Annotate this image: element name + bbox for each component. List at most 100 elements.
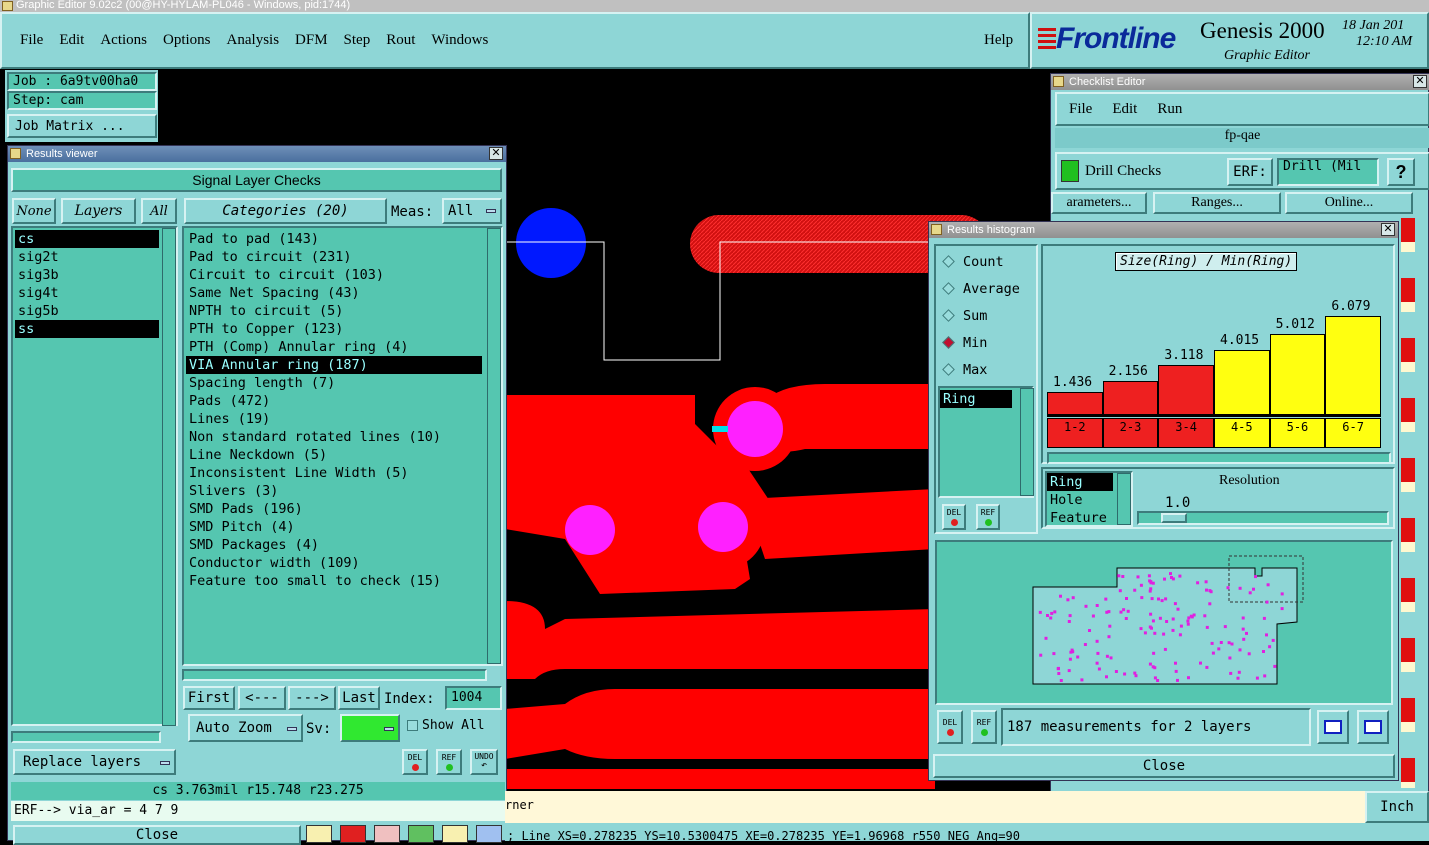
layers-button[interactable]: Layers: [61, 198, 136, 224]
via-pad-3[interactable]: [565, 505, 615, 555]
layer-list-item[interactable]: sig5b: [15, 302, 159, 320]
checklist-menu-run[interactable]: Run: [1157, 101, 1182, 118]
layer-hscroll[interactable]: [11, 731, 161, 743]
category-list-item[interactable]: Conductor width (109): [186, 554, 482, 572]
histogram-hscroll[interactable]: [1047, 452, 1391, 464]
stat-option-average[interactable]: Average: [938, 275, 1034, 302]
copper-trace-2[interactable]: [745, 489, 935, 559]
undo-button[interactable]: UNDO ↶: [470, 749, 498, 775]
replace-layers-dropdown[interactable]: Replace layers: [13, 749, 176, 775]
sv-color-dropdown[interactable]: [340, 714, 400, 742]
category-list-item[interactable]: SMD Pitch (4): [186, 518, 482, 536]
none-button[interactable]: None: [12, 198, 56, 224]
ranges-button[interactable]: Ranges...: [1153, 192, 1281, 214]
category-list-item[interactable]: SMD Packages (4): [186, 536, 482, 554]
layer-list-item[interactable]: sig2t: [15, 248, 159, 266]
category-list-item[interactable]: Feature too small to check (15): [186, 572, 482, 590]
prev-button[interactable]: <---: [238, 686, 286, 710]
category-list-item[interactable]: Slivers (3): [186, 482, 482, 500]
menu-dfm[interactable]: DFM: [295, 32, 328, 49]
erf-input[interactable]: Drill (Mil: [1277, 158, 1379, 186]
drill-check-icon[interactable]: [1061, 160, 1079, 182]
hist-ref-button[interactable]: REF: [976, 504, 1000, 530]
board-overview[interactable]: [935, 540, 1393, 705]
via-pad-2[interactable]: [698, 502, 748, 552]
hist-del-button[interactable]: DEL: [942, 504, 966, 530]
categories-button[interactable]: Categories (20): [184, 198, 387, 224]
close-icon[interactable]: ✕: [489, 147, 503, 160]
index-input[interactable]: 1004: [445, 686, 502, 710]
category-list-item[interactable]: PTH (Comp) Annular ring (4): [186, 338, 482, 356]
auto-zoom-dropdown[interactable]: Auto Zoom: [188, 714, 303, 742]
category-list-item[interactable]: SMD Pads (196): [186, 500, 482, 518]
menu-rout[interactable]: Rout: [386, 32, 415, 49]
stat-option-min[interactable]: Min: [938, 329, 1034, 356]
histogram-bar[interactable]: [1214, 350, 1270, 416]
first-button[interactable]: First: [183, 686, 235, 710]
online-button[interactable]: Online...: [1285, 192, 1413, 214]
histogram-close-button[interactable]: Close: [933, 754, 1395, 778]
histogram-bar[interactable]: [1325, 316, 1381, 416]
category-list-item[interactable]: VIA Annular ring (187): [186, 356, 482, 374]
help-button[interactable]: ?: [1387, 158, 1415, 186]
layer-list-item[interactable]: ss: [15, 320, 159, 338]
zoom-home-button[interactable]: [1317, 710, 1349, 744]
category-list-item[interactable]: Inconsistent Line Width (5): [186, 464, 482, 482]
checklist-menu-file[interactable]: File: [1069, 101, 1092, 118]
ring-list-scrollbar[interactable]: [1020, 388, 1034, 496]
category-list-item[interactable]: Lines (19): [186, 410, 482, 428]
layer-list-item[interactable]: sig4t: [15, 284, 159, 302]
ref-button[interactable]: REF: [436, 749, 462, 775]
checklist-menu-edit[interactable]: Edit: [1112, 101, 1137, 118]
slider-thumb[interactable]: [1161, 513, 1187, 523]
cross-tool-icon[interactable]: [374, 825, 400, 843]
histogram-bar[interactable]: [1047, 392, 1103, 416]
stat-option-max[interactable]: Max: [938, 356, 1034, 383]
type-list-scrollbar[interactable]: [1117, 473, 1131, 525]
type-list-item[interactable]: Ring: [1047, 473, 1113, 491]
job-matrix-button[interactable]: Job Matrix ...: [7, 114, 157, 138]
close-icon[interactable]: ✕: [1413, 75, 1427, 88]
via-pad-1[interactable]: [727, 401, 783, 457]
category-hscroll[interactable]: [182, 669, 487, 681]
chart-tool-icon[interactable]: [476, 825, 502, 843]
category-list-item[interactable]: Circuit to circuit (103): [186, 266, 482, 284]
pointer-tool-icon[interactable]: [306, 825, 332, 843]
category-list-item[interactable]: PTH to Copper (123): [186, 320, 482, 338]
stop-tool-icon[interactable]: [340, 825, 366, 843]
menu-options[interactable]: Options: [163, 32, 211, 49]
units-button[interactable]: Inch: [1365, 791, 1429, 823]
category-list-item[interactable]: Same Net Spacing (43): [186, 284, 482, 302]
layer-list-item[interactable]: sig3b: [15, 266, 159, 284]
menu-analysis[interactable]: Analysis: [227, 32, 280, 49]
zoom-fit-button[interactable]: [1357, 710, 1389, 744]
resolution-slider[interactable]: [1137, 511, 1389, 525]
layer-list-scrollbar[interactable]: [162, 228, 176, 726]
histogram-bar[interactable]: [1102, 381, 1159, 416]
close-icon[interactable]: ✕: [1381, 223, 1395, 236]
all-layers-button[interactable]: All: [141, 198, 177, 224]
category-list-item[interactable]: Spacing length (7): [186, 374, 482, 392]
ring-list-item[interactable]: Ring: [940, 390, 1012, 408]
histogram-bar[interactable]: [1269, 334, 1326, 416]
next-button[interactable]: --->: [288, 686, 336, 710]
category-list-item[interactable]: Pads (472): [186, 392, 482, 410]
category-list-item[interactable]: Line Neckdown (5): [186, 446, 482, 464]
flag-tool-icon[interactable]: [408, 825, 434, 843]
category-list-item[interactable]: Non standard rotated lines (10): [186, 428, 482, 446]
histogram-bar[interactable]: [1158, 365, 1214, 416]
show-all-checkbox[interactable]: [407, 720, 418, 731]
overview-ref-button[interactable]: REF: [971, 710, 997, 744]
meas-dropdown[interactable]: All: [442, 198, 502, 224]
menu-windows[interactable]: Windows: [431, 32, 488, 49]
category-list-item[interactable]: Pad to circuit (231): [186, 248, 482, 266]
menu-actions[interactable]: Actions: [100, 32, 147, 49]
category-list-item[interactable]: NPTH to circuit (5): [186, 302, 482, 320]
last-button[interactable]: Last: [338, 686, 380, 710]
menu-help[interactable]: Help: [984, 32, 1013, 49]
parameters-button[interactable]: arameters...: [1051, 192, 1147, 214]
stat-option-count[interactable]: Count: [938, 248, 1034, 275]
results-close-button[interactable]: Close: [13, 825, 301, 845]
menu-edit[interactable]: Edit: [59, 32, 84, 49]
stat-option-sum[interactable]: Sum: [938, 302, 1034, 329]
